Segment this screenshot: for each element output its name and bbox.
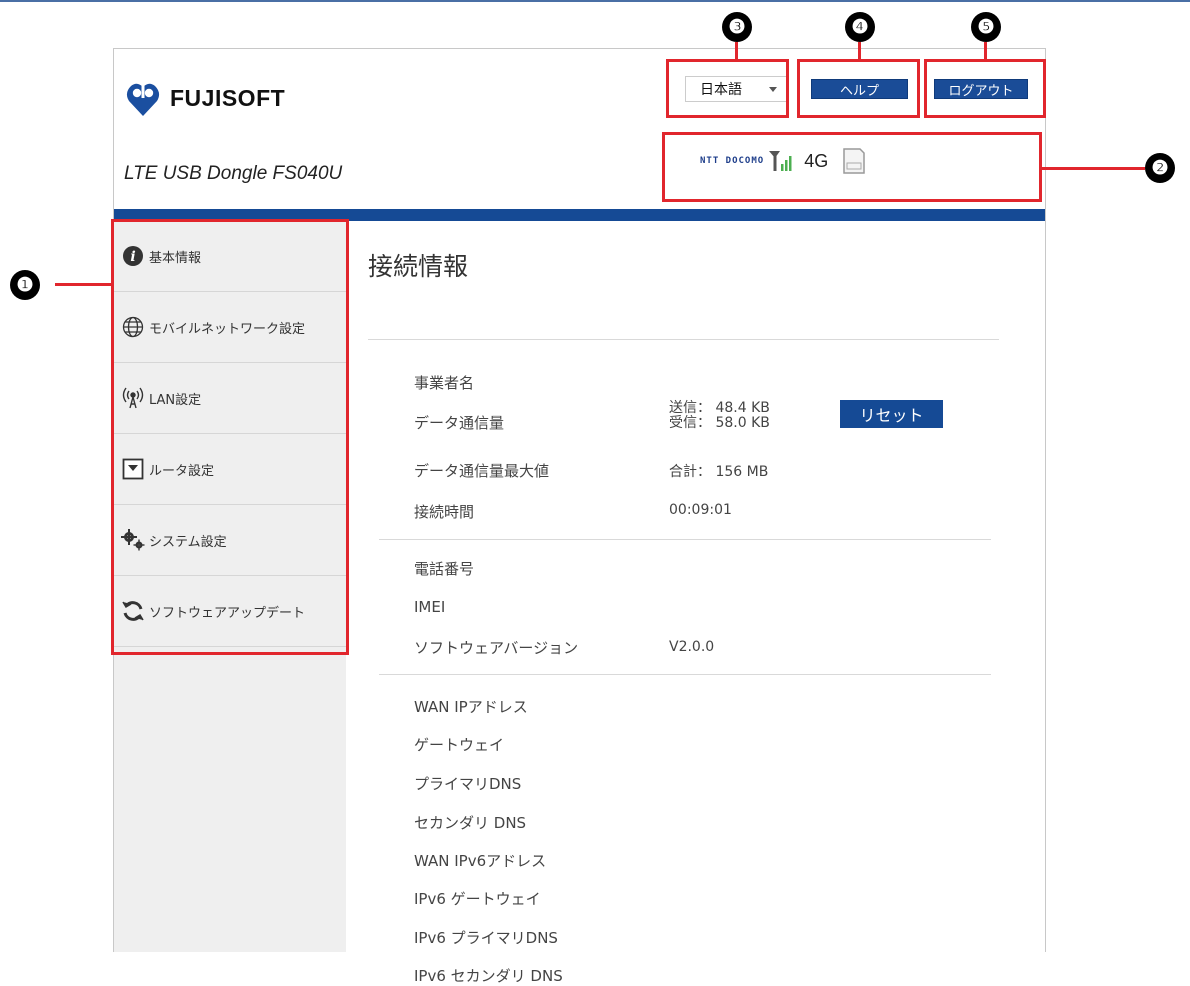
main-content: 接続情報 事業者名 データ通信量 送信： 48.4 KB 受信： 58.0 KB… (346, 221, 1045, 985)
wan-ipv6-label: WAN IPv6アドレス (414, 852, 547, 870)
primary-dns-label: プライマリDNS (414, 775, 522, 793)
logo-text: FUJISOFT (170, 84, 286, 111)
ipv6-gateway-label: IPv6 ゲートウェイ (414, 890, 541, 908)
callout-marker-5: ❺ (971, 12, 1001, 42)
callout-box-2 (662, 132, 1042, 202)
data-usage-label: データ通信量 (414, 414, 505, 432)
callout-line-3 (735, 42, 738, 60)
callout-marker-2: ❷ (1145, 153, 1175, 183)
fujisoft-logo-icon (126, 83, 160, 116)
connect-time-label: 接続時間 (414, 503, 475, 521)
fujisoft-logo: FUJISOFT (126, 79, 285, 117)
callout-box-4 (797, 59, 920, 118)
product-name: LTE USB Dongle FS040U (124, 163, 343, 184)
data-usage-value: 送信： 48.4 KB 受信： 58.0 KB (669, 401, 770, 431)
ipv6-secondary-dns-label: IPv6 セカンダリ DNS (414, 967, 563, 985)
sent-value: 送信： 48.4 KB (669, 400, 770, 416)
received-value: 受信： 58.0 KB (669, 415, 770, 431)
reset-button[interactable]: リセット (840, 400, 943, 428)
operator-label: 事業者名 (414, 374, 475, 392)
phone-number-label: 電話番号 (414, 560, 475, 578)
software-version-label: ソフトウェアバージョン (414, 639, 579, 657)
callout-marker-4: ❹ (845, 12, 875, 42)
callout-marker-3: ❸ (722, 12, 752, 42)
callout-box-3 (666, 59, 789, 118)
callout-line-2 (1041, 167, 1145, 170)
ipv6-primary-dns-label: IPv6 プライマリDNS (414, 929, 558, 947)
divider (379, 539, 991, 540)
page-title: 接続情報 (368, 252, 469, 281)
callout-line-4 (858, 42, 861, 60)
secondary-dns-label: セカンダリ DNS (414, 814, 527, 832)
data-max-label: データ通信量最大値 (414, 462, 550, 480)
wan-ip-label: WAN IPアドレス (414, 698, 528, 716)
imei-label: IMEI (414, 598, 446, 616)
gateway-label: ゲートウェイ (414, 736, 505, 754)
top-rule (0, 0, 1190, 2)
data-max-value: 合計： 156 MB (669, 464, 769, 480)
divider (368, 339, 999, 340)
callout-box-5 (924, 59, 1046, 118)
callout-line-1 (55, 283, 112, 286)
divider (379, 674, 991, 675)
callout-line-5 (984, 42, 987, 60)
callout-marker-1: ❶ (10, 270, 40, 300)
callout-box-1 (111, 219, 349, 655)
connect-time-value: 00:09:01 (669, 502, 732, 518)
software-version-value: V2.0.0 (669, 639, 715, 655)
